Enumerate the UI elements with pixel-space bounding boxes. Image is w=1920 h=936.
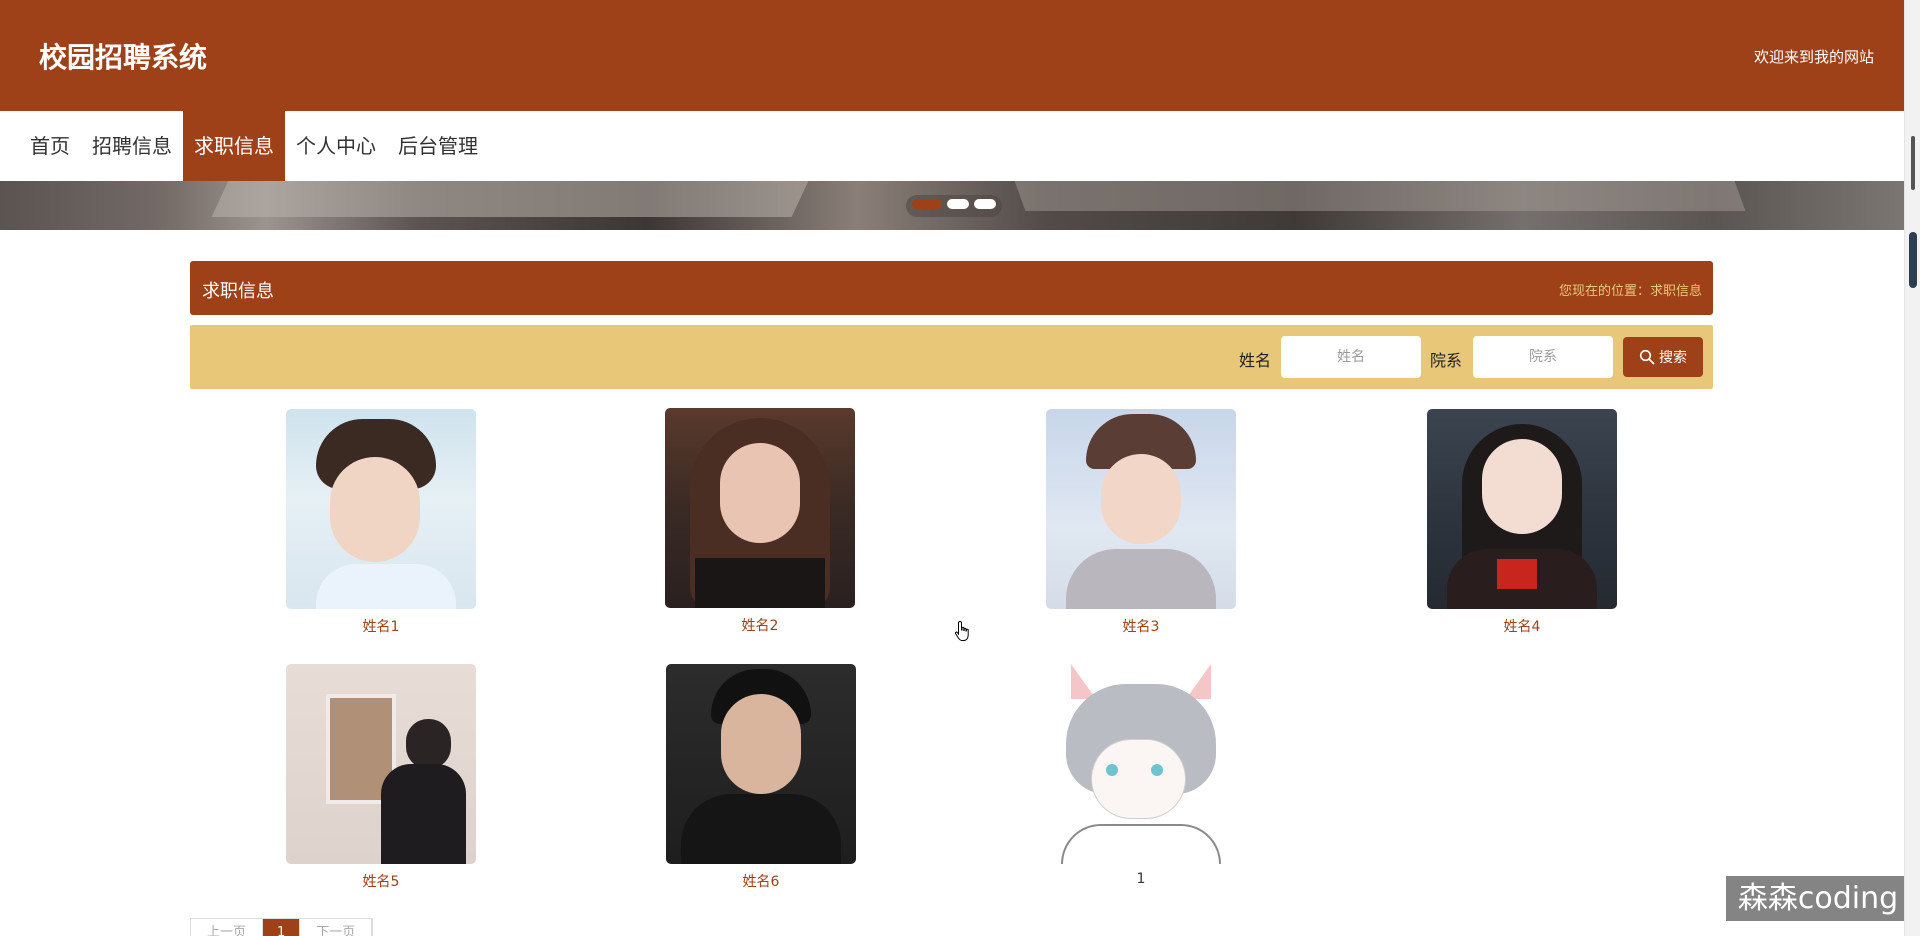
card-name[interactable]: 姓名5 — [286, 871, 476, 891]
banner-carousel[interactable] — [0, 181, 1904, 230]
avatar[interactable] — [665, 408, 855, 608]
carousel-dot-3[interactable] — [974, 199, 996, 209]
next-page-button[interactable]: 下一页 — [300, 919, 373, 936]
scrollbar[interactable] — [1904, 0, 1920, 936]
department-search-input[interactable] — [1473, 336, 1613, 378]
avatar[interactable] — [1046, 664, 1236, 864]
site-title: 校园招聘系统 — [39, 41, 208, 74]
nav-item-home[interactable]: 首页 — [0, 111, 81, 181]
banner-image-table — [211, 181, 809, 217]
watermark: 森森coding — [1726, 876, 1910, 921]
nav-item-personal-center[interactable]: 个人中心 — [285, 111, 387, 181]
name-label: 姓名 — [1239, 351, 1272, 370]
card-name[interactable]: 姓名1 — [286, 616, 476, 636]
job-seeker-card[interactable]: 姓名5 — [286, 664, 476, 891]
search-button-label: 搜索 — [1659, 350, 1687, 366]
department-label: 院系 — [1430, 351, 1463, 370]
hand-cursor-icon — [954, 620, 969, 641]
carousel-dot-1[interactable] — [912, 199, 942, 209]
breadcrumb: 您现在的位置：求职信息 — [1558, 284, 1702, 299]
job-seeker-card[interactable]: 姓名2 — [665, 408, 855, 635]
main-nav: 首页 招聘信息 求职信息 个人中心 后台管理 — [0, 111, 1904, 181]
carousel-dot-2[interactable] — [947, 199, 969, 209]
search-button[interactable]: 搜索 — [1623, 337, 1703, 377]
nav-item-job-seeking[interactable]: 求职信息 — [183, 111, 285, 181]
avatar[interactable] — [286, 664, 476, 864]
card-name[interactable]: 姓名3 — [1046, 616, 1236, 636]
avatar[interactable] — [286, 409, 476, 609]
job-seeker-card[interactable]: 姓名3 — [1046, 409, 1236, 636]
card-name[interactable]: 姓名4 — [1427, 616, 1617, 636]
welcome-text: 欢迎来到我的网站 — [1753, 48, 1874, 66]
section-title: 求职信息 — [202, 281, 274, 302]
avatar[interactable] — [666, 664, 856, 864]
pagination: 上一页 1 下一页 — [190, 918, 374, 936]
banner-image-shade — [0, 181, 170, 230]
scrollbar-thumb[interactable] — [1909, 232, 1917, 288]
card-name[interactable]: 姓名6 — [666, 871, 856, 891]
current-page-button[interactable]: 1 — [263, 919, 301, 936]
banner-image-chairs — [1014, 181, 1746, 211]
card-name[interactable]: 1 — [1046, 871, 1236, 887]
avatar[interactable] — [1046, 409, 1236, 609]
job-seeker-card[interactable]: 姓名4 — [1427, 409, 1617, 636]
job-seeker-card[interactable]: 1 — [1046, 664, 1236, 887]
scrollbar-marker — [1911, 136, 1915, 190]
avatar[interactable] — [1427, 409, 1617, 609]
search-panel: 姓名 院系 搜索 — [190, 325, 1713, 389]
nav-item-recruitment[interactable]: 招聘信息 — [81, 111, 183, 181]
prev-page-button[interactable]: 上一页 — [191, 919, 264, 936]
job-seeker-card[interactable]: 姓名1 — [286, 409, 476, 636]
search-icon — [1639, 349, 1655, 365]
name-search-input[interactable] — [1281, 336, 1421, 378]
header-bar: 校园招聘系统 欢迎来到我的网站 — [0, 0, 1904, 111]
card-name[interactable]: 姓名2 — [665, 615, 855, 635]
section-title-bar: 求职信息 您现在的位置：求职信息 — [190, 261, 1713, 315]
nav-item-admin[interactable]: 后台管理 — [387, 111, 489, 181]
job-seeker-card[interactable]: 姓名6 — [666, 664, 856, 891]
carousel-indicators — [906, 195, 1002, 217]
